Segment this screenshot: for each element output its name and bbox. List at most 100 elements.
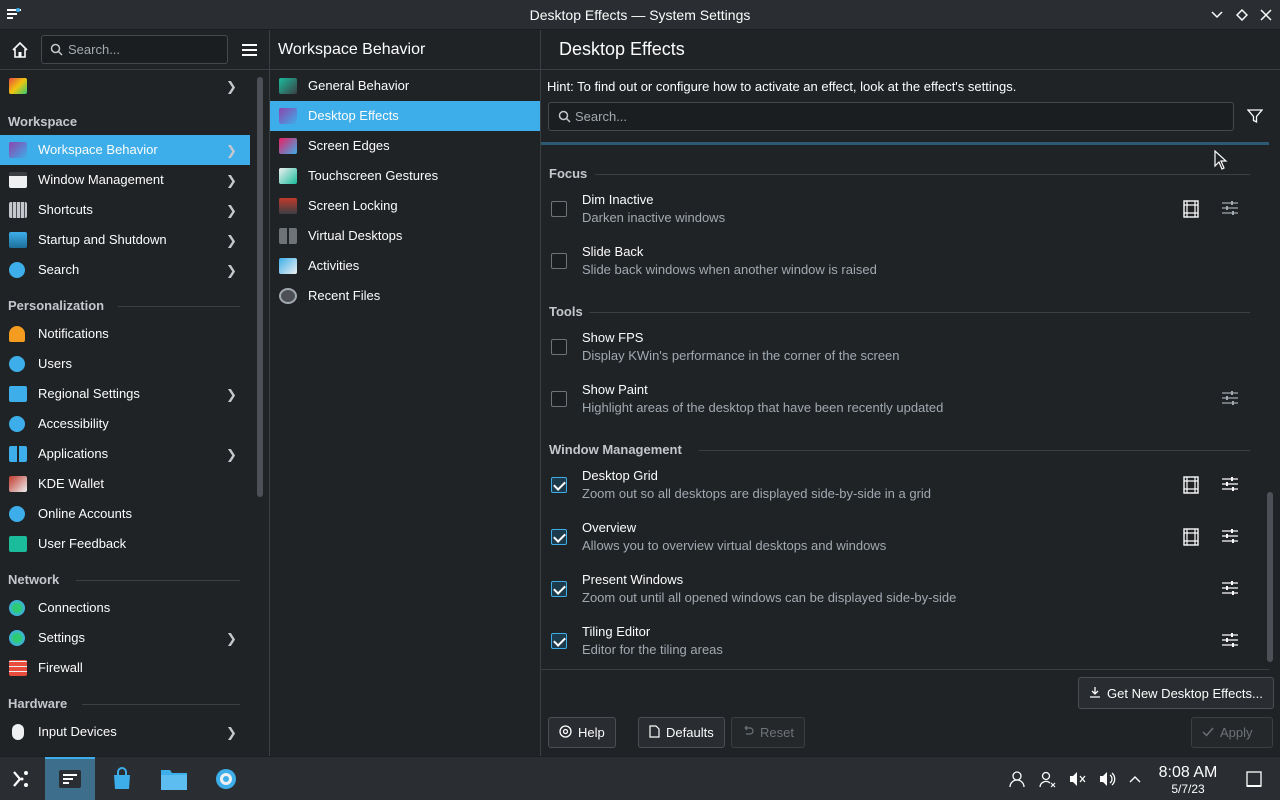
effect-name: Show FPS <box>582 330 644 345</box>
sidebar-item-shortcuts[interactable]: Shortcuts ❯ <box>0 195 250 225</box>
video-icon[interactable] <box>1183 528 1199 546</box>
subnav-item-label: Touchscreen Gestures <box>308 168 439 183</box>
apply-button[interactable]: Apply <box>1191 717 1273 748</box>
configure-icon[interactable] <box>1221 527 1239 545</box>
configure-icon[interactable] <box>1221 579 1239 597</box>
clock-date: 5/7/23 <box>1171 782 1205 796</box>
subnav-item-label: Screen Locking <box>308 198 398 213</box>
subnav-item-screen-locking[interactable]: Screen Locking <box>270 191 540 221</box>
file-manager-icon[interactable] <box>158 763 190 795</box>
sidebar-item-search[interactable]: Search ❯ <box>0 255 250 285</box>
filter-icon[interactable] <box>1246 108 1265 126</box>
sidebar-item-online-accounts[interactable]: Online Accounts <box>0 499 250 529</box>
subnav-item-touchscreen-gestures[interactable]: Touchscreen Gestures <box>270 161 540 191</box>
chevron-right-icon: ❯ <box>226 233 237 248</box>
sidebar-item-label: Shortcuts <box>38 202 93 217</box>
globe-icon <box>9 600 25 616</box>
sidebar-item-firewall[interactable]: Firewall <box>0 653 250 683</box>
sidebar-item-connections[interactable]: Connections <box>0 593 250 623</box>
group-divider <box>595 174 1250 175</box>
effect-checkbox[interactable] <box>551 201 567 217</box>
applications-icon <box>9 446 27 462</box>
discover-store-icon[interactable] <box>106 763 138 795</box>
microphone-muted-icon[interactable] <box>1068 770 1086 788</box>
app-launcher-icon[interactable] <box>5 763 37 795</box>
close-button[interactable] <box>1256 5 1276 25</box>
effect-checkbox[interactable] <box>551 529 567 545</box>
reset-label: Reset <box>760 725 794 740</box>
effect-name: Slide Back <box>582 244 644 259</box>
effect-checkbox[interactable] <box>551 633 567 649</box>
feedback-icon <box>9 536 27 552</box>
activities-icon <box>279 258 297 274</box>
effect-description: Allows you to overview virtual desktops … <box>582 538 887 553</box>
sidebar-item-kde-wallet[interactable]: KDE Wallet <box>0 469 250 499</box>
lock-icon <box>279 198 297 214</box>
subnav-item-general-behavior[interactable]: General Behavior <box>270 71 540 101</box>
subnav-header: Workspace Behavior <box>270 30 541 70</box>
help-button[interactable]: Help <box>548 717 616 748</box>
effect-checkbox[interactable] <box>551 477 567 493</box>
volume-icon[interactable] <box>1098 770 1116 788</box>
sidebar-item-label: Connections <box>38 600 111 615</box>
subnav-item-activities[interactable]: Activities <box>270 251 540 281</box>
sidebar-item-label: Online Accounts <box>38 506 132 521</box>
get-new-effects-button[interactable]: Get New Desktop Effects... <box>1078 677 1274 709</box>
sidebar-item-input-devices[interactable]: Input Devices ❯ <box>0 717 250 747</box>
reset-button[interactable]: Reset <box>731 717 805 748</box>
effect-row-show-fps: Show FPS Display KWin's performance in t… <box>541 324 1261 376</box>
video-icon[interactable] <box>1183 476 1199 494</box>
sidebar-item-user-feedback[interactable]: User Feedback <box>0 529 250 559</box>
sidebar-search-input[interactable]: Search... <box>41 35 228 64</box>
subnav-item-screen-edges[interactable]: Screen Edges <box>270 131 540 161</box>
configure-icon[interactable] <box>1221 631 1239 649</box>
search-icon <box>50 43 63 59</box>
show-desktop-icon[interactable] <box>1245 770 1263 788</box>
chevron-up-icon[interactable] <box>1126 770 1144 788</box>
configure-icon[interactable] <box>1221 475 1239 493</box>
subnav-item-virtual-desktops[interactable]: Virtual Desktops <box>270 221 540 251</box>
sidebar-item-startup-shutdown[interactable]: Startup and Shutdown ❯ <box>0 225 250 255</box>
sidebar-scrollbar[interactable] <box>257 77 263 497</box>
configure-icon[interactable] <box>1221 199 1239 217</box>
sidebar-item-appearance[interactable]: ❯ <box>0 71 250 101</box>
hamburger-menu-button[interactable] <box>238 39 260 61</box>
video-icon[interactable] <box>1183 200 1199 218</box>
sidebar-item-accessibility[interactable]: Accessibility <box>0 409 250 439</box>
system-settings-icon[interactable] <box>6 6 22 22</box>
sidebar-item-label: Window Management <box>38 172 164 187</box>
effect-checkbox[interactable] <box>551 339 567 355</box>
defaults-button[interactable]: Defaults <box>638 717 725 748</box>
browser-icon[interactable] <box>210 763 242 795</box>
clock[interactable]: 8:08 AM 5/7/23 <box>1152 764 1224 796</box>
effect-checkbox[interactable] <box>551 581 567 597</box>
maximize-button[interactable] <box>1232 5 1252 25</box>
sidebar-item-applications[interactable]: Applications ❯ <box>0 439 250 469</box>
subnav-item-label: General Behavior <box>308 78 410 93</box>
subnav-item-desktop-effects[interactable]: Desktop Effects <box>270 101 540 131</box>
effect-checkbox[interactable] <box>551 391 567 407</box>
effects-scrollbar[interactable] <box>1267 492 1273 662</box>
user-switch-icon[interactable] <box>1038 770 1056 788</box>
main-header: Desktop Effects <box>541 30 1280 70</box>
effect-checkbox[interactable] <box>551 253 567 269</box>
effects-search-input[interactable]: Search... <box>548 102 1234 131</box>
sidebar-item-users[interactable]: Users <box>0 349 250 379</box>
sidebar-item-label: Search <box>38 262 80 277</box>
chevron-right-icon: ❯ <box>226 203 237 218</box>
system-settings-task-icon[interactable] <box>54 763 86 795</box>
minimize-button[interactable] <box>1207 5 1227 25</box>
configure-icon[interactable] <box>1221 389 1239 407</box>
sidebar-item-network-settings[interactable]: Settings ❯ <box>0 623 250 653</box>
effect-row-slide-back: Slide Back Slide back windows when anoth… <box>541 238 1261 290</box>
sidebar-item-notifications[interactable]: Notifications <box>0 319 250 349</box>
sidebar-item-regional-settings[interactable]: Regional Settings ❯ <box>0 379 250 409</box>
home-button[interactable] <box>8 38 32 62</box>
subnav-item-label: Recent Files <box>308 288 381 303</box>
sidebar-item-label: Notifications <box>38 326 109 341</box>
user-icon[interactable] <box>1008 770 1026 788</box>
sidebar-item-workspace-behavior[interactable]: Workspace Behavior ❯ <box>0 135 250 165</box>
subnav-item-recent-files[interactable]: Recent Files <box>270 281 540 311</box>
help-icon <box>559 724 572 741</box>
sidebar-item-window-management[interactable]: Window Management ❯ <box>0 165 250 195</box>
